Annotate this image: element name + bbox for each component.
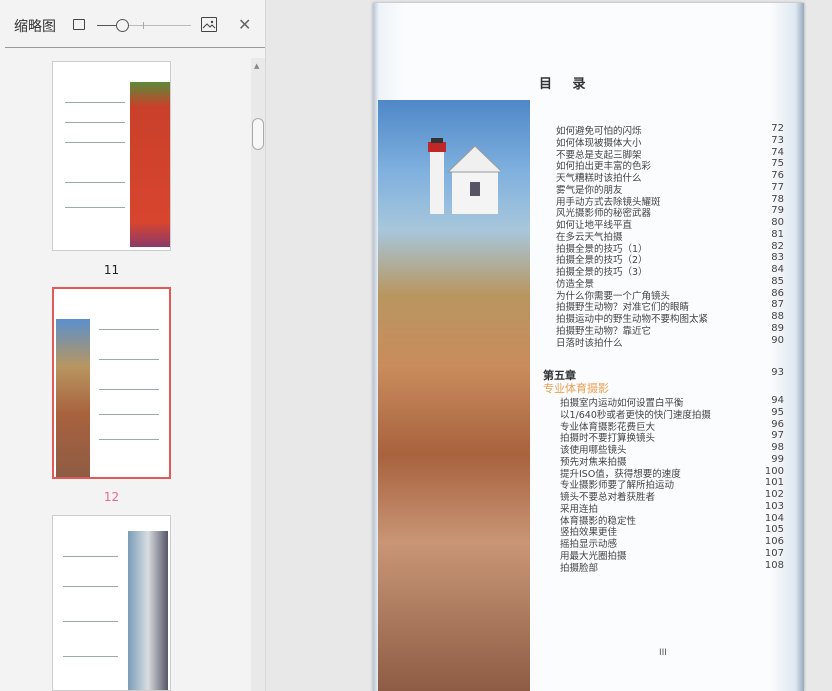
lighthouse-photo (378, 100, 530, 691)
toc-page-number: 80 (771, 217, 784, 228)
image-large-icon[interactable] (201, 17, 217, 32)
toc-page-number: 108 (764, 559, 784, 571)
document-page: 目 录 如何避免可怕的闪烁 72 如何体现被摄体大小 73 不要总是支起三脚架 74 如何拍… (373, 3, 804, 691)
toc-page-number: 85 (771, 275, 784, 287)
toc-page-number: 76 (771, 170, 784, 181)
toc-page-number: 83 (771, 252, 784, 264)
toc-page-number: 98 (771, 442, 784, 453)
thumbnail-page-12[interactable] (52, 287, 171, 479)
chapter-page: 93 (771, 367, 784, 378)
toc-entry: 日落时该拍什么 (556, 337, 623, 349)
toc-page-number: 87 (771, 299, 784, 311)
toc-page-number: 82 (771, 240, 784, 252)
toc-page-number: 100 (764, 465, 784, 477)
toc-page-number: 79 (771, 205, 784, 217)
toc-page-number: 101 (764, 477, 784, 489)
toc-page-number: 84 (771, 264, 784, 275)
toc-page-number: 73 (771, 134, 784, 146)
scroll-up-icon[interactable]: ▲ (254, 62, 259, 70)
thumbnail-page-11[interactable] (52, 61, 171, 251)
toc-page-number: 102 (764, 489, 784, 500)
divider (5, 47, 265, 48)
sidebar-title: 缩略图 (14, 19, 56, 35)
toc-page-number: 77 (771, 181, 784, 193)
scrollbar[interactable]: ▲ (251, 58, 265, 691)
toc-page-number: 96 (771, 418, 784, 430)
toc-entry: 拍摄脸部 (560, 562, 599, 574)
chapter-subtitle: 专业体育摄影 (543, 382, 609, 395)
toc-page-number: 99 (771, 453, 784, 465)
toc-page-number: 107 (764, 547, 784, 559)
toc-page-number: 88 (771, 311, 784, 322)
toc-page-number: 97 (771, 430, 784, 442)
zoom-slider[interactable] (97, 19, 191, 32)
toc-page-number: 106 (764, 536, 784, 547)
toc-page-number: 104 (764, 512, 784, 524)
toc-page-number: 89 (771, 322, 784, 334)
toc-page-number: 86 (771, 287, 784, 299)
scroll-thumb[interactable] (252, 118, 264, 150)
toc-page-number: 94 (771, 395, 784, 406)
page-number: III (659, 648, 667, 658)
image-small-icon[interactable] (73, 19, 85, 30)
thumbnail-label: 11 (103, 263, 120, 277)
toc-page-number: 81 (771, 228, 784, 240)
toc-page-number: 105 (764, 524, 784, 536)
page-title: 目 录 (539, 77, 594, 92)
thumbnail-page-13[interactable] (52, 515, 171, 691)
toc-page-number: 75 (771, 158, 784, 170)
thumbnail-label-selected: 12 (103, 490, 120, 504)
close-icon[interactable]: ✕ (238, 15, 251, 34)
thumbnail-sidebar: 缩略图 ✕ ▲ 11 12 (0, 0, 266, 691)
toc-page-number: 74 (771, 146, 784, 158)
toc-page-number: 95 (771, 406, 784, 418)
slider-knob[interactable] (116, 19, 129, 32)
toc-page-number: 78 (771, 193, 784, 205)
toc-page-number: 90 (771, 334, 784, 346)
toc-page-number: 103 (764, 500, 784, 512)
toc-page-number: 72 (771, 123, 784, 134)
